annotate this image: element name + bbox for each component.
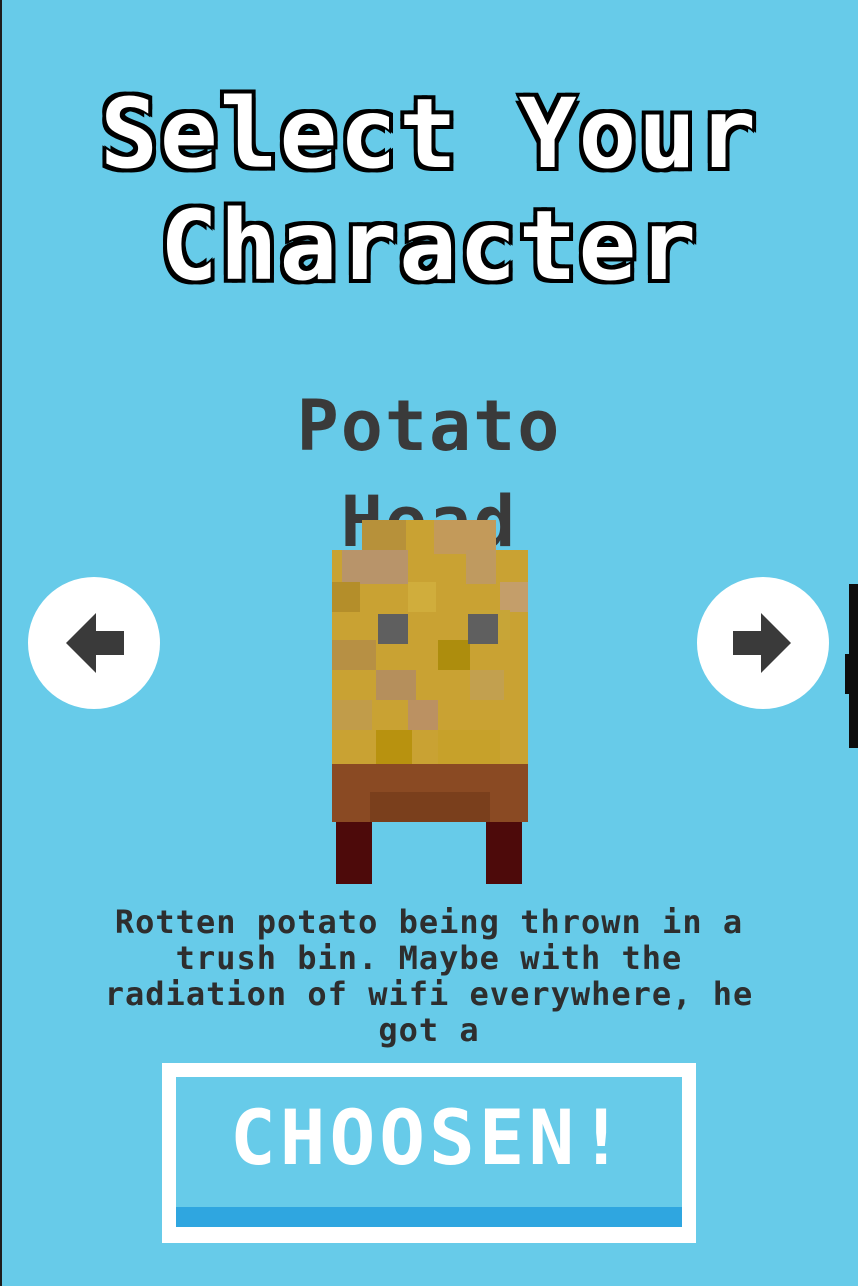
screen-title: Select Your Character bbox=[0, 76, 858, 304]
character-sprite bbox=[332, 520, 528, 884]
arrow-right-icon bbox=[733, 613, 791, 673]
title-line-2: Character bbox=[158, 188, 699, 304]
character-select-screen: Select Your Character Potato Head bbox=[0, 0, 858, 1286]
offscreen-arrow-fragment bbox=[845, 584, 858, 748]
previous-character-button[interactable] bbox=[28, 577, 160, 709]
chosen-button[interactable]: CHOOSEN! bbox=[162, 1063, 696, 1243]
arrow-left-icon bbox=[66, 613, 124, 673]
next-character-button[interactable] bbox=[697, 577, 829, 709]
title-line-1: Select Your bbox=[98, 76, 758, 192]
character-description: Rotten potato being thrown in a trush bi… bbox=[104, 904, 754, 1049]
character-name-line-1: Potato bbox=[296, 385, 562, 467]
chosen-button-label: CHOOSEN! bbox=[229, 1093, 629, 1182]
